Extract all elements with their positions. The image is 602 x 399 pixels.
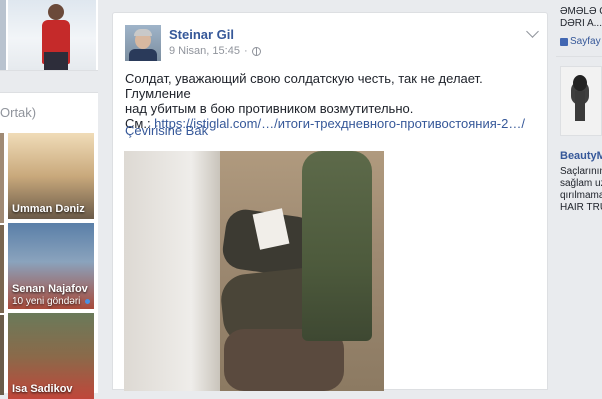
post-timestamp[interactable]: 9 Nisan, 15:45 — [169, 45, 240, 57]
like-page-label: Sayfay — [570, 36, 601, 47]
globe-icon[interactable] — [251, 46, 261, 56]
friend-tile[interactable]: Senan Najafov 10 yeni göndəri — [8, 223, 94, 309]
friend-new-posts: 10 yeni göndəri — [12, 296, 91, 307]
feed-post: Steinar Gil 9 Nisan, 15:45 · Солдат, ува… — [112, 12, 548, 391]
friend-tile[interactable]: Umman Dəniz — [8, 133, 94, 219]
post-meta: 9 Nisan, 15:45 · — [169, 45, 261, 57]
mutual-friends-box: Ortak) Umman Dəniz Senan Najafov 10 yeni… — [0, 92, 98, 399]
ad-text: Saçlarının — [560, 166, 602, 177]
ad-text[interactable]: DƏRI A... — [560, 18, 602, 30]
post-link[interactable]: https://istiglal.com/…/итоги-трехдневног… — [154, 116, 525, 131]
post-text-line: Солдат, уважающий свою солдатскую честь,… — [125, 71, 483, 101]
see-translation-link[interactable]: Çevirisine Bak — [125, 123, 208, 138]
ad-image[interactable] — [560, 66, 602, 136]
like-page-button[interactable]: Sayfay — [560, 36, 601, 47]
photo-thumbnail[interactable] — [0, 0, 6, 70]
friend-tile-partial[interactable] — [0, 133, 4, 223]
friend-tile-partial[interactable] — [0, 225, 4, 313]
post-text-line: над убитым в бою противником возмутитель… — [125, 101, 414, 116]
ad-text: HAIR TRU — [560, 202, 602, 213]
ad-text: sağlam uz — [560, 178, 602, 189]
profile-photo-strip[interactable] — [0, 0, 98, 71]
friend-name[interactable]: Senan Najafov — [12, 283, 88, 295]
photo-thumbnail[interactable] — [8, 0, 96, 70]
post-body: Солдат, уважающий свою солдатскую честь,… — [125, 71, 535, 131]
thumbs-up-icon — [560, 37, 568, 46]
friend-tile[interactable]: Isa Sadikov — [8, 313, 94, 399]
left-column: Ortak) Umman Dəniz Senan Najafov 10 yeni… — [0, 0, 98, 399]
avatar[interactable] — [125, 25, 161, 61]
friend-name[interactable]: Isa Sadikov — [12, 383, 73, 395]
ad-text[interactable]: ƏMƏLƏ G — [560, 6, 602, 18]
post-author-name[interactable]: Steinar Gil — [169, 27, 234, 42]
meta-separator: · — [243, 45, 248, 57]
ad-text: qırılmama — [560, 190, 602, 201]
ad-title[interactable]: BeautyM — [560, 150, 602, 162]
friends-heading: Ortak) — [0, 105, 37, 120]
chevron-down-icon[interactable] — [526, 25, 539, 38]
unread-dot-icon — [85, 298, 91, 304]
friend-tile-partial[interactable] — [0, 315, 4, 395]
right-column: ƏMƏLƏ G DƏRI A... Sayfay BeautyM Saçları… — [556, 0, 602, 378]
friend-name[interactable]: Umman Dəniz — [12, 203, 85, 215]
post-photo[interactable] — [124, 151, 384, 391]
divider — [556, 56, 602, 57]
